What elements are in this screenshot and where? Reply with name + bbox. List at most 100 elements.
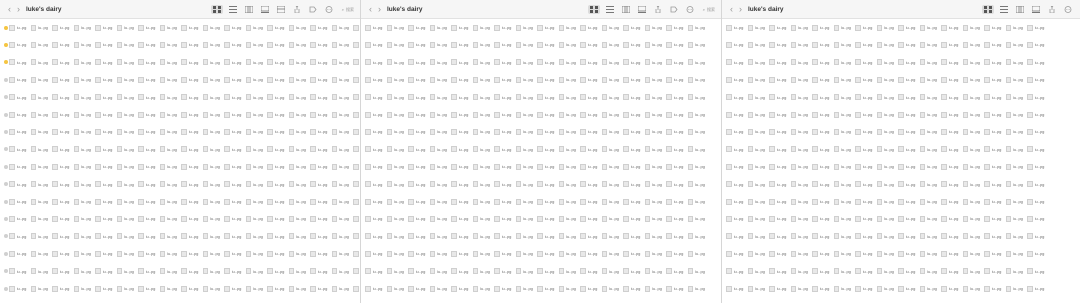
file-item[interactable]: lu..pg bbox=[245, 94, 265, 101]
file-item[interactable]: lu..pg bbox=[644, 268, 664, 275]
file-item[interactable]: lu..pg bbox=[833, 268, 853, 275]
file-item[interactable]: lu..pg bbox=[353, 215, 360, 222]
file-item[interactable]: lu..pg bbox=[962, 94, 982, 101]
file-item[interactable]: lu..pg bbox=[790, 215, 810, 222]
file-item[interactable]: lu..pg bbox=[451, 250, 470, 257]
file-item[interactable]: lu..pg bbox=[365, 181, 384, 188]
file-item[interactable]: lu..pg bbox=[138, 198, 157, 205]
file-item[interactable]: lu..pg bbox=[73, 285, 93, 292]
file-item[interactable]: lu..pg bbox=[984, 111, 1003, 118]
file-item[interactable]: lu..pg bbox=[310, 233, 329, 240]
file-item[interactable]: lu..pg bbox=[790, 163, 810, 170]
more-actions-icon[interactable] bbox=[1062, 5, 1074, 14]
file-item[interactable]: lu..pg bbox=[73, 111, 93, 118]
file-item[interactable]: lu..pg bbox=[331, 250, 351, 257]
gallery-view-button[interactable] bbox=[636, 5, 648, 14]
file-item[interactable]: lu..pg bbox=[116, 198, 136, 205]
file-item[interactable]: lu..pg bbox=[451, 198, 470, 205]
file-item[interactable]: lu..pg bbox=[962, 181, 982, 188]
file-item[interactable]: lu..pg bbox=[288, 163, 308, 170]
file-item[interactable]: lu..pg bbox=[941, 24, 960, 31]
file-item[interactable]: lu..pg bbox=[1005, 41, 1025, 48]
file-item[interactable]: lu..pg bbox=[1005, 285, 1025, 292]
file-item[interactable]: lu..pg bbox=[580, 24, 599, 31]
file-item[interactable]: lu..pg bbox=[288, 59, 308, 66]
file-item[interactable]: lu..pg bbox=[855, 128, 874, 135]
file-item[interactable]: lu..pg bbox=[855, 268, 874, 275]
icon-view-button[interactable] bbox=[210, 5, 223, 14]
file-item[interactable]: lu..pg bbox=[962, 215, 982, 222]
file-item[interactable]: lu..pg bbox=[984, 146, 1003, 153]
file-item[interactable]: lu..pg bbox=[580, 76, 599, 83]
file-item[interactable]: lu..pg bbox=[116, 215, 136, 222]
file-item[interactable]: lu..pg bbox=[159, 128, 179, 135]
file-item[interactable]: lu..pg bbox=[331, 181, 351, 188]
file-item[interactable]: lu..pg bbox=[876, 250, 896, 257]
file-item[interactable]: lu..pg bbox=[687, 250, 707, 257]
file-item[interactable]: lu..pg bbox=[267, 181, 286, 188]
file-item[interactable]: lu..pg bbox=[726, 94, 745, 101]
file-item[interactable]: lu..pg bbox=[601, 163, 621, 170]
file-item[interactable]: lu..pg bbox=[95, 163, 114, 170]
file-item[interactable]: lu..pg bbox=[833, 233, 853, 240]
file-item[interactable]: lu..pg bbox=[494, 76, 513, 83]
file-item[interactable]: lu..pg bbox=[451, 24, 470, 31]
file-item[interactable]: lu..pg bbox=[181, 163, 200, 170]
file-item[interactable]: lu..pg bbox=[898, 128, 917, 135]
file-item[interactable]: lu..pg bbox=[451, 41, 470, 48]
share-icon[interactable] bbox=[652, 5, 664, 14]
file-item[interactable]: lu..pg bbox=[876, 146, 896, 153]
file-item[interactable]: lu..pg bbox=[310, 111, 329, 118]
file-item[interactable]: lu..pg bbox=[138, 94, 157, 101]
file-item[interactable]: lu..pg bbox=[116, 233, 136, 240]
file-item[interactable]: lu..pg bbox=[623, 250, 642, 257]
file-item[interactable]: lu..pg bbox=[812, 94, 831, 101]
file-item[interactable]: lu..pg bbox=[386, 285, 406, 292]
file-item[interactable]: lu..pg bbox=[9, 111, 28, 118]
file-item[interactable]: lu..pg bbox=[1005, 268, 1025, 275]
file-item[interactable]: lu..pg bbox=[769, 146, 788, 153]
file-item[interactable]: lu..pg bbox=[224, 76, 243, 83]
file-item[interactable]: lu..pg bbox=[580, 94, 599, 101]
file-item[interactable]: lu..pg bbox=[984, 268, 1003, 275]
file-item[interactable]: lu..pg bbox=[202, 285, 222, 292]
file-item[interactable]: lu..pg bbox=[365, 59, 384, 66]
file-item[interactable]: lu..pg bbox=[181, 268, 200, 275]
file-item[interactable]: lu..pg bbox=[515, 198, 535, 205]
file-item[interactable]: lu..pg bbox=[138, 268, 157, 275]
file-item[interactable]: lu..pg bbox=[331, 41, 351, 48]
file-item[interactable]: lu..pg bbox=[644, 181, 664, 188]
file-item[interactable]: lu..pg bbox=[429, 146, 449, 153]
file-item[interactable]: lu..pg bbox=[962, 76, 982, 83]
share-icon[interactable] bbox=[1046, 5, 1058, 14]
file-item[interactable]: lu..pg bbox=[666, 146, 685, 153]
file-item[interactable]: lu..pg bbox=[95, 24, 114, 31]
file-item[interactable]: lu..pg bbox=[833, 94, 853, 101]
file-item[interactable]: lu..pg bbox=[365, 41, 384, 48]
file-item[interactable]: lu..pg bbox=[537, 250, 556, 257]
file-item[interactable]: lu..pg bbox=[267, 128, 286, 135]
file-item[interactable]: lu..pg bbox=[941, 163, 960, 170]
file-item[interactable]: lu..pg bbox=[331, 233, 351, 240]
file-item[interactable]: lu..pg bbox=[95, 233, 114, 240]
file-item[interactable]: lu..pg bbox=[95, 146, 114, 153]
file-item[interactable]: lu..pg bbox=[494, 250, 513, 257]
file-item[interactable]: lu..pg bbox=[919, 94, 939, 101]
tag-icon[interactable] bbox=[668, 5, 680, 14]
file-item[interactable]: lu..pg bbox=[288, 233, 308, 240]
file-item[interactable]: lu..pg bbox=[494, 181, 513, 188]
file-item[interactable]: lu..pg bbox=[245, 41, 265, 48]
file-item[interactable]: lu..pg bbox=[30, 285, 50, 292]
file-item[interactable]: lu..pg bbox=[644, 285, 664, 292]
file-item[interactable]: lu..pg bbox=[1005, 250, 1025, 257]
file-item[interactable]: lu..pg bbox=[138, 41, 157, 48]
file-item[interactable]: lu..pg bbox=[769, 41, 788, 48]
file-item[interactable]: lu..pg bbox=[73, 233, 93, 240]
file-item[interactable]: lu..pg bbox=[623, 146, 642, 153]
file-item[interactable]: lu..pg bbox=[159, 215, 179, 222]
file-item[interactable]: lu..pg bbox=[408, 128, 427, 135]
file-item[interactable]: lu..pg bbox=[747, 41, 767, 48]
column-view-button[interactable] bbox=[620, 5, 632, 14]
file-item[interactable]: lu..pg bbox=[288, 24, 308, 31]
list-view-button[interactable] bbox=[227, 5, 239, 14]
